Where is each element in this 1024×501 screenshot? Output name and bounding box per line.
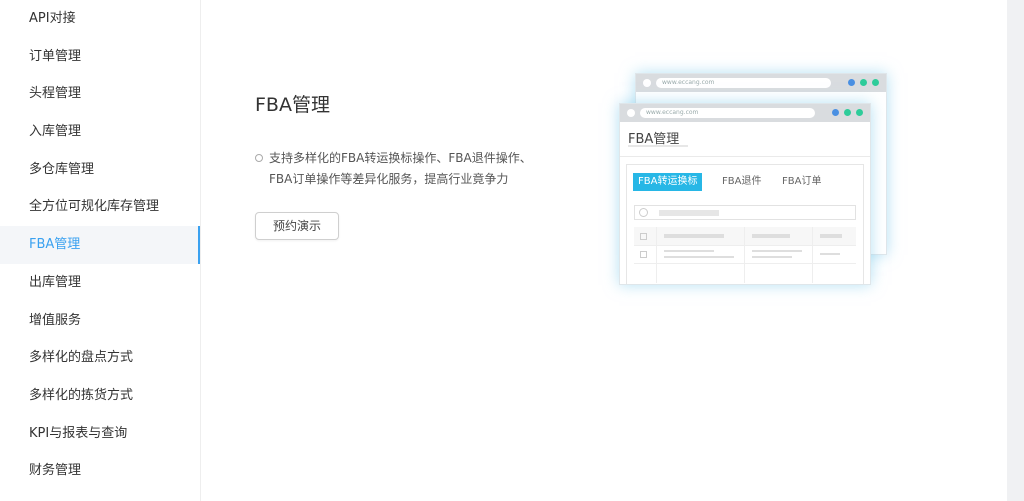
sidebar-item[interactable]: 多仓库管理 [0, 151, 200, 189]
page-title: FBA管理 [255, 94, 330, 116]
sidebar-item[interactable]: 出库管理 [0, 264, 200, 302]
sidebar-item[interactable]: 全方位可规化库存管理 [0, 188, 200, 226]
sidebar-item[interactable]: API对接 [0, 0, 200, 38]
description-text: 支持多样化的FBA转运换标操作、FBA退件操作、FBA订单操作等差异化服务，提高… [269, 151, 532, 186]
tab-fba-order: FBA订单 [782, 176, 822, 187]
mock-search-bar [634, 205, 856, 220]
mock-table [634, 227, 856, 283]
table-header-row [634, 227, 856, 246]
back-window-bar: www.eccang.com [636, 74, 886, 92]
bullet-icon [255, 154, 263, 162]
window-dot-green-icon [856, 109, 863, 116]
tab-fba-return: FBA退件 [722, 176, 762, 187]
front-window-bar: www.eccang.com [620, 104, 870, 122]
checkbox-icon [640, 233, 647, 240]
sidebar-item[interactable]: 增值服务 [0, 302, 200, 340]
sidebar-item[interactable]: 订单管理 [0, 38, 200, 76]
window-dot-blue-icon [832, 109, 839, 116]
sidebar-item[interactable]: 财务管理 [0, 452, 200, 490]
inner-card: FBA转运换标 FBA退件 FBA订单 [626, 164, 864, 284]
front-window: www.eccang.com FBA管理 FBA转运换标 FBA退件 FBA订单 [619, 103, 871, 285]
sidebar: API对接 订单管理 头程管理 入库管理 多仓库管理 全方位可规化库存管理 FBA管理 出库管… [0, 0, 201, 501]
main-content: FBA管理 支持多样化的FBA转运换标操作、FBA退件操作、FBA订单操作等差异… [201, 0, 1007, 501]
page-scrollbar[interactable] [1007, 0, 1024, 501]
table-row [634, 245, 856, 264]
table-row [634, 264, 856, 282]
tab-fba-transfer: FBA转运换标 [633, 173, 703, 191]
window-header: FBA管理 [620, 122, 870, 157]
feature-description: 支持多样化的FBA转运换标操作、FBA退件操作、FBA订单操作等差异化服务，提高… [255, 148, 555, 190]
window-dot-blue-icon [848, 79, 855, 86]
book-demo-button[interactable]: 预约演示 [255, 212, 339, 240]
sidebar-item[interactable]: 多样化的盘点方式 [0, 339, 200, 377]
front-window-url: www.eccang.com [640, 108, 815, 118]
sidebar-item[interactable]: FBA管理 [0, 226, 200, 264]
window-dot-green-icon [872, 79, 879, 86]
sidebar-item[interactable]: 入库管理 [0, 113, 200, 151]
back-window-url: www.eccang.com [656, 78, 831, 88]
sidebar-item[interactable]: KPI与报表与查询 [0, 415, 200, 453]
search-icon [639, 208, 648, 217]
sidebar-item[interactable]: 头程管理 [0, 75, 200, 113]
fba-illustration: www.eccang.com www.eccang.com FBA管理 FBA转… [611, 70, 891, 300]
sidebar-item[interactable]: 多样化的拣货方式 [0, 377, 200, 415]
window-dot-green-icon [844, 109, 851, 116]
checkbox-icon [640, 251, 647, 258]
window-dot-green-icon [860, 79, 867, 86]
